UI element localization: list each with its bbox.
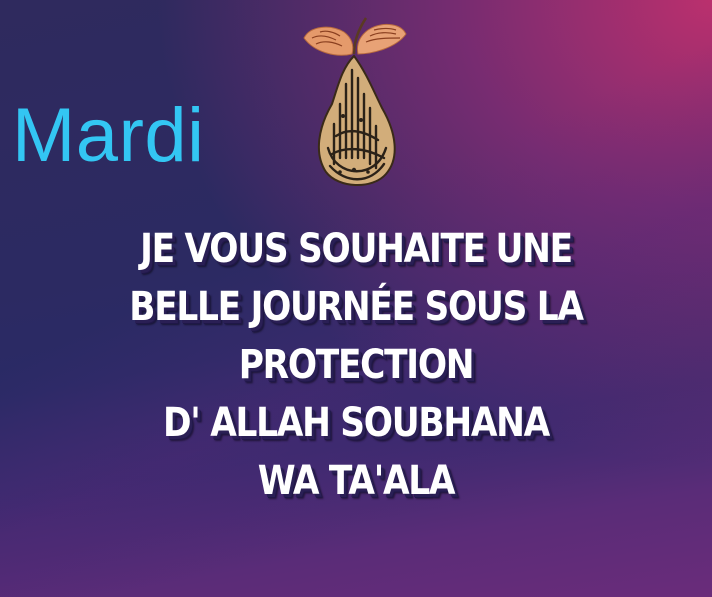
message-line: JE VOUS SOUHAITE UNE (140, 226, 573, 272)
day-label: Mardi (12, 93, 205, 178)
calligraphy-pear-emblem-icon (303, 17, 407, 187)
message-line: BELLE JOURNÉE SOUS LA (129, 284, 584, 330)
greeting-message: JE VOUS SOUHAITE UNE BELLE JOURNÉE SOUS … (40, 220, 672, 510)
message-line: PROTECTION (238, 342, 475, 388)
message-line: D' ALLAH SOUBHANA (162, 400, 550, 446)
message-line: WA TA'ALA (257, 458, 456, 504)
